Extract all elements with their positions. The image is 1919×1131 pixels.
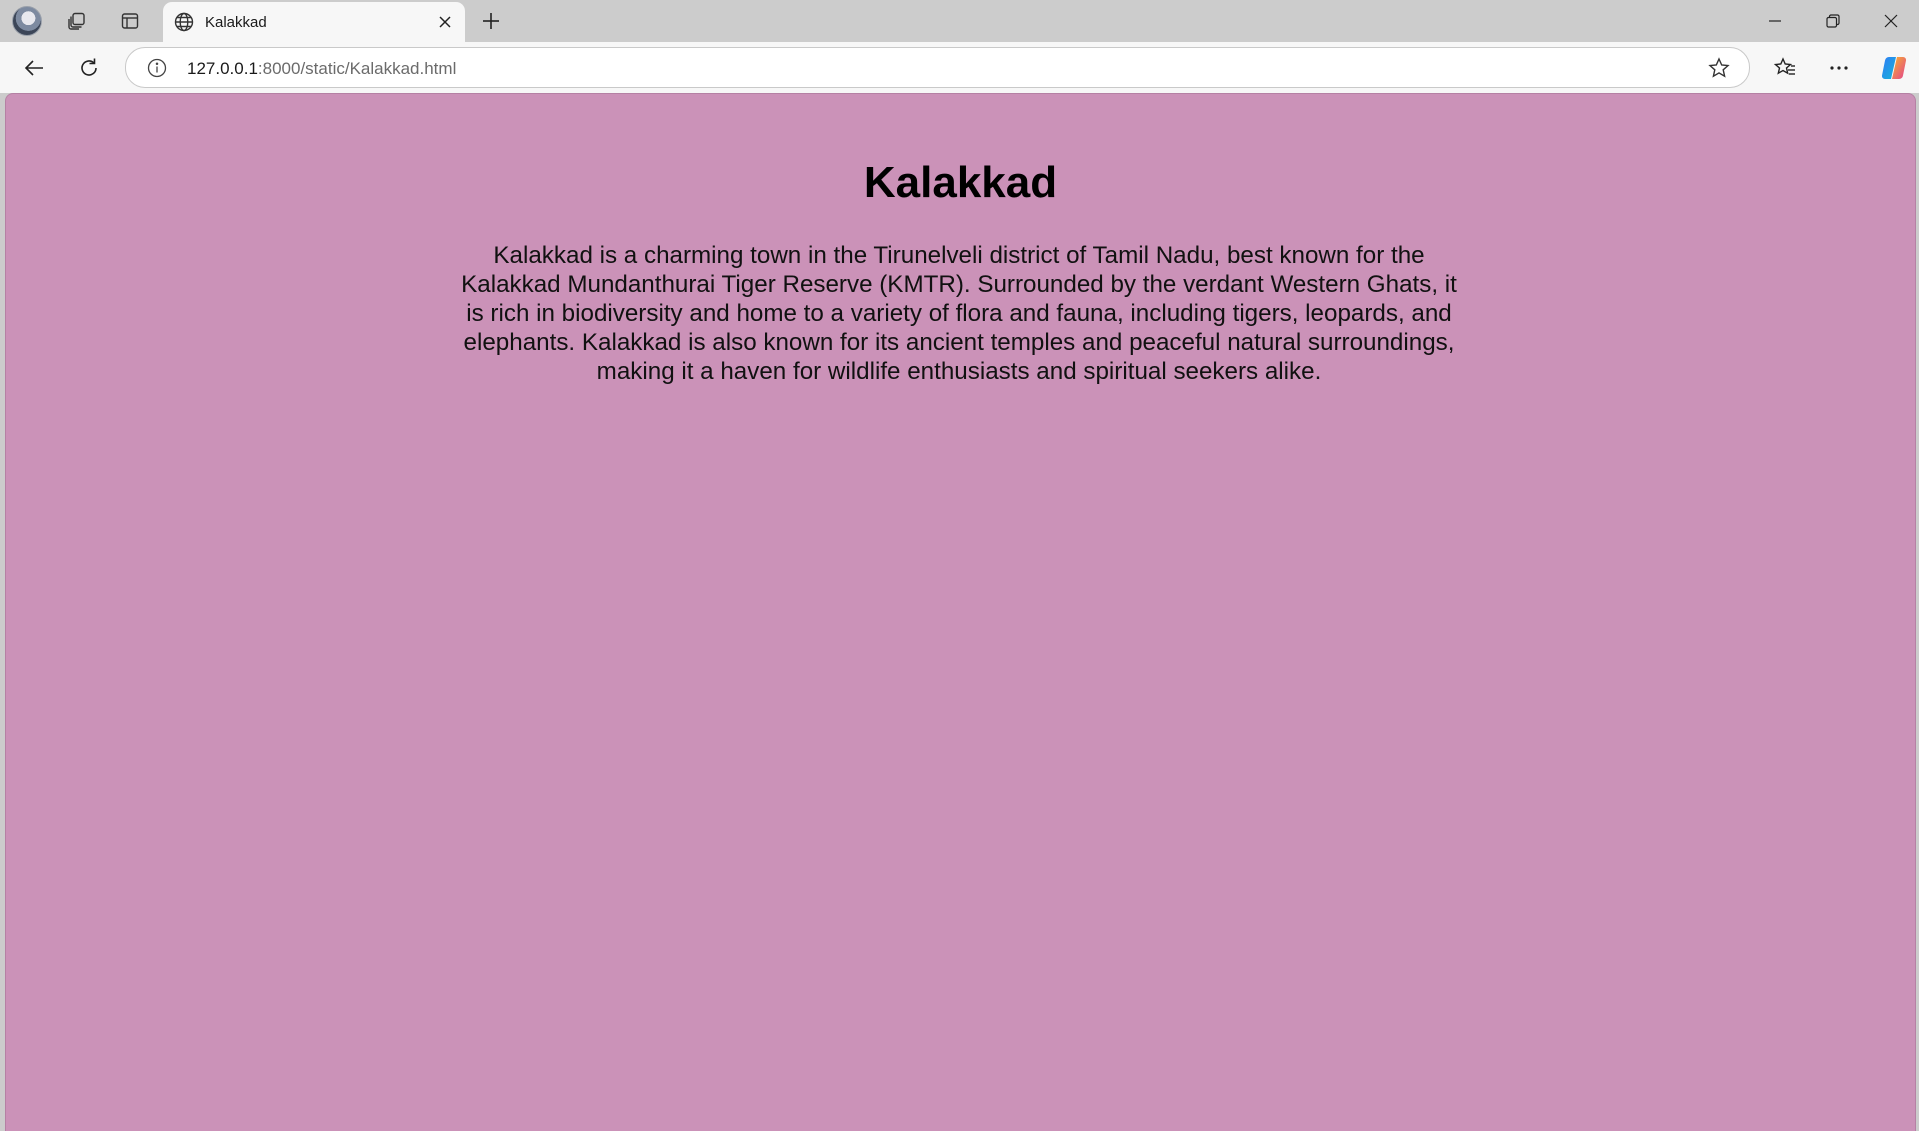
tab-strip: Kalakkad [0,0,1919,42]
workspaces-icon[interactable] [60,5,94,37]
url-path: :8000/static/Kalakkad.html [257,59,457,78]
url-host: 127.0.0.1 [187,59,258,78]
back-icon[interactable] [16,50,52,86]
tab-actions-icon[interactable] [113,5,147,37]
address-bar[interactable]: 127.0.0.1:8000/static/Kalakkad.html [125,47,1750,88]
url-text[interactable]: 127.0.0.1:8000/static/Kalakkad.html [187,59,456,79]
tab-title: Kalakkad [205,14,267,31]
favorites-icon[interactable] [1767,50,1803,86]
star-icon[interactable] [1707,56,1731,80]
more-icon[interactable] [1821,50,1857,86]
close-window-icon[interactable] [1862,0,1919,42]
page-viewport: Kalakkad Kalakkad is a charming town in … [5,93,1916,1131]
profile-avatar[interactable] [12,6,42,36]
globe-icon [173,11,195,33]
tab-kalakkad[interactable]: Kalakkad [163,2,465,42]
navigation-toolbar: 127.0.0.1:8000/static/Kalakkad.html [0,42,1919,93]
tab-close-icon[interactable] [433,10,457,34]
site-info-icon[interactable] [146,57,168,79]
restore-icon[interactable] [1804,0,1862,42]
new-tab-icon[interactable] [474,5,508,37]
reload-icon[interactable] [71,50,107,86]
page-title: Kalakkad [863,158,1058,207]
minimize-icon[interactable] [1746,0,1804,42]
page-description: Kalakkad is a charming town in the Tirun… [461,242,1457,385]
copilot-icon[interactable] [1876,50,1912,86]
